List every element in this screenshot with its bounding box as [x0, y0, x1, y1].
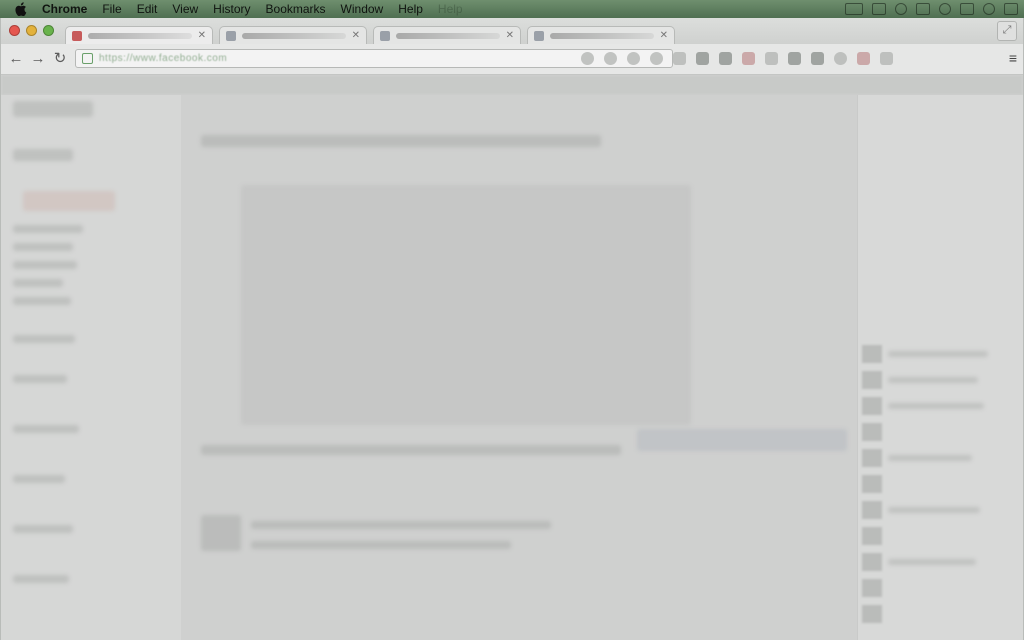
menu-help-ghost: Help: [437, 2, 463, 16]
zoom-window-button[interactable]: [43, 25, 54, 36]
menu-edit[interactable]: Edit: [137, 2, 158, 16]
extension-icon[interactable]: [719, 52, 732, 65]
tab-favicon-icon: [380, 30, 390, 41]
tab-favicon-icon: [72, 30, 82, 41]
tab-title-blurred: [242, 32, 346, 39]
browser-tab-2[interactable]: ✕: [219, 26, 367, 44]
browser-window: ✕ ✕ ✕ ✕ ⤢ ← → ↻ https://www.facebook.com…: [0, 18, 1024, 640]
tab-close-icon[interactable]: ✕: [352, 30, 360, 41]
tab-title-blurred: [88, 32, 192, 39]
back-arrow-icon[interactable]: ←: [7, 50, 25, 68]
extension-icon[interactable]: [788, 52, 801, 65]
bluetooth-icon[interactable]: [872, 3, 886, 15]
forward-arrow-icon[interactable]: →: [29, 50, 47, 68]
tab-close-icon[interactable]: ✕: [660, 30, 668, 41]
fullscreen-toggle-icon[interactable]: ⤢: [997, 21, 1017, 41]
menu-file[interactable]: File: [102, 2, 121, 16]
extension-icon[interactable]: [650, 52, 663, 65]
secure-lock-icon: [82, 53, 93, 64]
apple-logo-icon[interactable]: [14, 2, 28, 16]
left-navigation-blurred: [1, 95, 181, 640]
extension-icon[interactable]: [696, 52, 709, 65]
menu-view[interactable]: View: [172, 2, 198, 16]
user-icon[interactable]: [960, 3, 974, 15]
tab-close-icon[interactable]: ✕: [198, 30, 206, 41]
menu-help[interactable]: Help: [398, 2, 423, 16]
battery-icon[interactable]: [845, 3, 863, 15]
address-bar-url[interactable]: https://www.facebook.com: [99, 53, 227, 64]
browser-tab-4[interactable]: ✕: [527, 26, 675, 44]
main-feed-blurred: [181, 95, 857, 640]
tab-favicon-icon: [226, 30, 236, 41]
tab-title-blurred: [550, 32, 654, 39]
browser-tab-1[interactable]: ✕: [65, 26, 213, 44]
spotlight-search-icon[interactable]: [983, 3, 995, 15]
menu-app-chrome[interactable]: Chrome: [42, 2, 87, 16]
web-page-content-blurred: [1, 75, 1023, 640]
extension-icon[interactable]: [673, 52, 686, 65]
menu-window[interactable]: Window: [341, 2, 384, 16]
screen: Chrome File Edit View History Bookmarks …: [0, 0, 1024, 640]
clock-icon[interactable]: [939, 3, 951, 15]
window-controls: [9, 25, 54, 36]
menu-history[interactable]: History: [213, 2, 250, 16]
extension-icon[interactable]: [765, 52, 778, 65]
extension-icon[interactable]: [742, 52, 755, 65]
right-sidebar-blurred: [857, 95, 1023, 640]
reload-icon[interactable]: ↻: [51, 50, 69, 68]
hamburger-menu-icon[interactable]: ≡: [1009, 50, 1017, 66]
extension-icon[interactable]: [627, 52, 640, 65]
extension-icon[interactable]: [604, 52, 617, 65]
menu-bookmarks[interactable]: Bookmarks: [266, 2, 326, 16]
volume-icon[interactable]: [916, 3, 930, 15]
extension-icon[interactable]: [880, 52, 893, 65]
menu-bar: Chrome File Edit View History Bookmarks …: [0, 0, 1024, 18]
wifi-icon[interactable]: [895, 3, 907, 15]
extension-icon[interactable]: [581, 52, 594, 65]
close-window-button[interactable]: [9, 25, 20, 36]
status-menu-area: [845, 0, 1018, 18]
tab-close-icon[interactable]: ✕: [506, 30, 514, 41]
notification-center-icon[interactable]: [1004, 3, 1018, 15]
tab-strip: ✕ ✕ ✕ ✕ ⤢: [1, 18, 1023, 44]
tab-favicon-icon: [534, 30, 544, 41]
minimize-window-button[interactable]: [26, 25, 37, 36]
browser-toolbar: ← → ↻ https://www.facebook.com ≡: [1, 44, 1023, 75]
bookmarks-bar-blurred: [1, 75, 1023, 95]
extensions-row: [581, 52, 893, 65]
tab-title-blurred: [396, 32, 500, 39]
extension-icon[interactable]: [811, 52, 824, 65]
extension-icon[interactable]: [857, 52, 870, 65]
browser-tab-3[interactable]: ✕: [373, 26, 521, 44]
extension-icon[interactable]: [834, 52, 847, 65]
